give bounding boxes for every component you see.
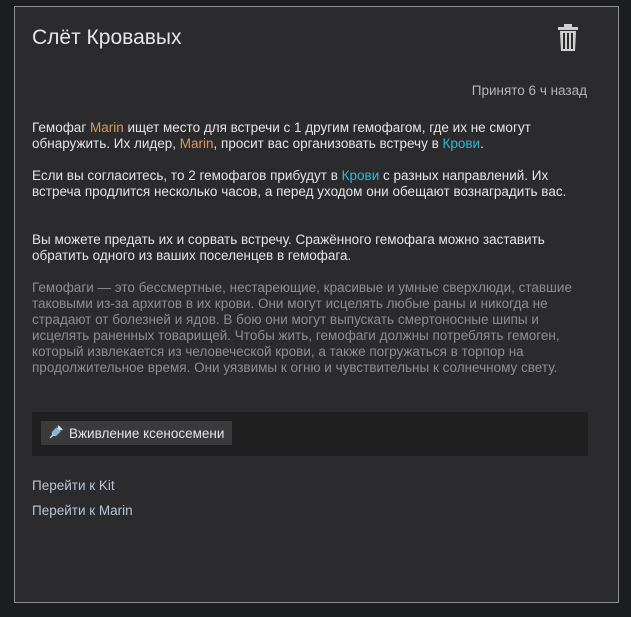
quest-description-2: Если вы согласитесь, то 2 гемофагов приб…	[32, 168, 567, 199]
reward-bar: Вживление ксеносемени	[32, 412, 588, 456]
place-name[interactable]: Крови	[443, 136, 481, 151]
place-name[interactable]: Крови	[342, 168, 380, 183]
reward-item[interactable]: Вживление ксеносемени	[41, 421, 233, 445]
syringe-icon	[49, 425, 63, 439]
goto-kit-link[interactable]: Перейти к Kit	[32, 478, 115, 493]
quest-description-3: Вы можете предать их и сорвать встречу. …	[32, 232, 545, 263]
quest-description-1: Гемофаг Marin ищет место для встречи с 1…	[32, 120, 531, 151]
trash-icon[interactable]	[556, 24, 580, 52]
xenotype-description: Гемофаги — это бессмертные, нестареющие,…	[32, 280, 572, 375]
quest-title: Слёт Кровавых	[32, 26, 182, 49]
quest-window: Слёт Кровавых Принято 6 ч назад Гемофаг …	[14, 6, 619, 603]
reward-label: Вживление ксеносемени	[69, 425, 225, 441]
pawn-name-marin[interactable]: Marin	[90, 120, 124, 135]
pawn-name-marin-leader[interactable]: Marin	[180, 136, 214, 151]
goto-marin-link[interactable]: Перейти к Marin	[32, 503, 133, 518]
accepted-time: Принято 6 ч назад	[471, 83, 587, 98]
